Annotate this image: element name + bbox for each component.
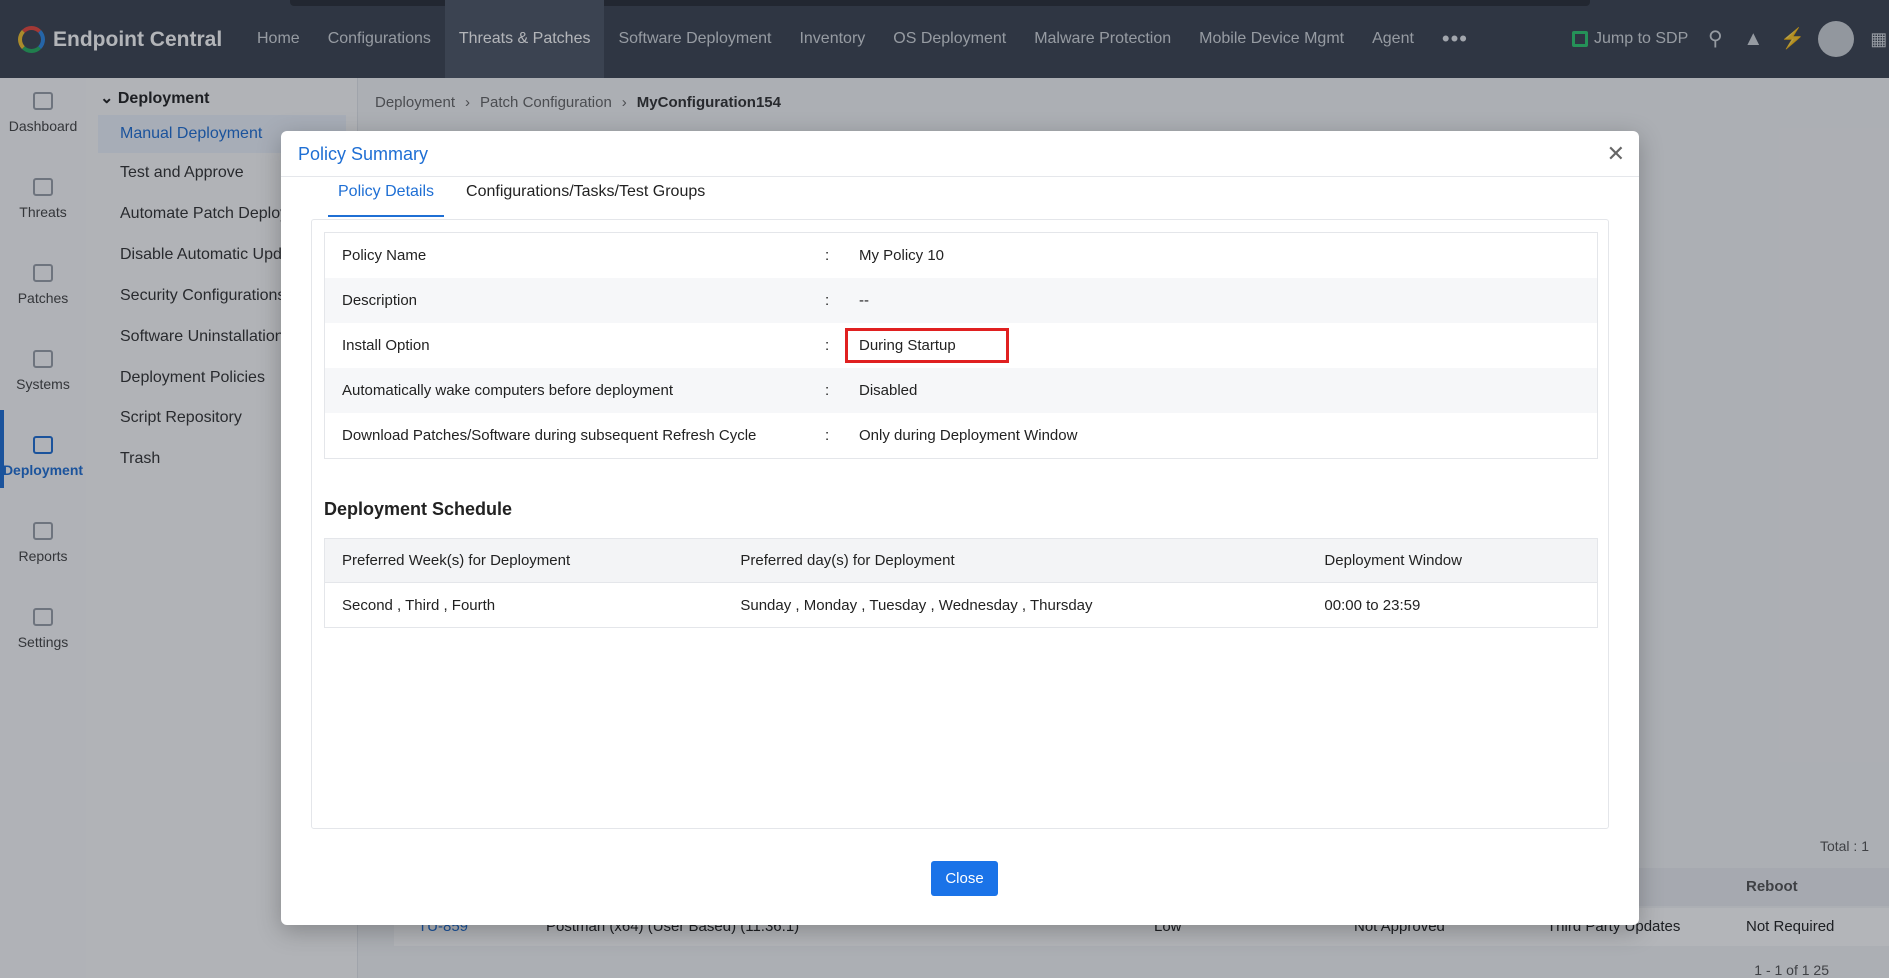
install-option-value: During Startup bbox=[845, 328, 1009, 363]
detail-row-policy-name: Policy Name : My Policy 10 bbox=[325, 233, 1597, 278]
column-preferred-weeks: Preferred Week(s) for Deployment bbox=[342, 552, 571, 569]
detail-value: Only during Deployment Window bbox=[859, 427, 1078, 444]
detail-label: Policy Name bbox=[342, 247, 427, 264]
detail-row-wake-computers: Automatically wake computers before depl… bbox=[325, 368, 1597, 413]
tab-configurations-tasks-test-groups[interactable]: Configurations/Tasks/Test Groups bbox=[456, 183, 715, 217]
detail-value: My Policy 10 bbox=[859, 247, 945, 264]
dialog-tabs: Policy Details Configurations/Tasks/Test… bbox=[328, 183, 727, 217]
detail-label: Automatically wake computers before depl… bbox=[342, 382, 673, 399]
column-preferred-days: Preferred day(s) for Deployment bbox=[740, 552, 955, 569]
dialog-title: Policy Summary bbox=[298, 144, 429, 164]
dialog-header: Policy Summary ✕ bbox=[281, 131, 1639, 177]
detail-separator: : bbox=[825, 247, 830, 264]
detail-row-download-patches: Download Patches/Software during subsequ… bbox=[325, 413, 1597, 458]
preferred-weeks-value: Second , Third , Fourth bbox=[342, 596, 496, 614]
policy-details-table: Policy Name : My Policy 10 Description :… bbox=[324, 232, 1598, 459]
close-button[interactable]: Close bbox=[931, 861, 998, 896]
detail-value: Disabled bbox=[859, 382, 918, 399]
detail-row-description: Description : -- bbox=[325, 278, 1597, 323]
detail-label: Install Option bbox=[342, 337, 430, 354]
tab-policy-details[interactable]: Policy Details bbox=[328, 183, 445, 217]
schedule-header-row: Preferred Week(s) for Deployment Preferr… bbox=[325, 539, 1597, 583]
column-deployment-window: Deployment Window bbox=[1324, 552, 1462, 569]
schedule-row: Second , Third , Fourth Sunday , Monday … bbox=[325, 583, 1597, 627]
close-icon[interactable]: ✕ bbox=[1607, 141, 1625, 167]
detail-value: -- bbox=[859, 292, 869, 309]
detail-label: Description bbox=[342, 292, 418, 309]
detail-separator: : bbox=[825, 292, 830, 309]
deployment-schedule-table: Preferred Week(s) for Deployment Preferr… bbox=[324, 538, 1598, 628]
dialog-content: Policy Name : My Policy 10 Description :… bbox=[311, 219, 1609, 829]
detail-separator: : bbox=[825, 382, 830, 399]
policy-summary-dialog: Policy Summary ✕ Policy Details Configur… bbox=[281, 131, 1639, 925]
deployment-window-value: 00:00 to 23:59 bbox=[1324, 596, 1421, 614]
detail-row-install-option: Install Option : During Startup bbox=[325, 323, 1597, 368]
preferred-days-value: Sunday , Monday , Tuesday , Wednesday , … bbox=[740, 596, 1093, 614]
detail-separator: : bbox=[825, 427, 830, 444]
detail-label: Download Patches/Software during subsequ… bbox=[342, 427, 757, 444]
deployment-schedule-heading: Deployment Schedule bbox=[324, 499, 513, 519]
